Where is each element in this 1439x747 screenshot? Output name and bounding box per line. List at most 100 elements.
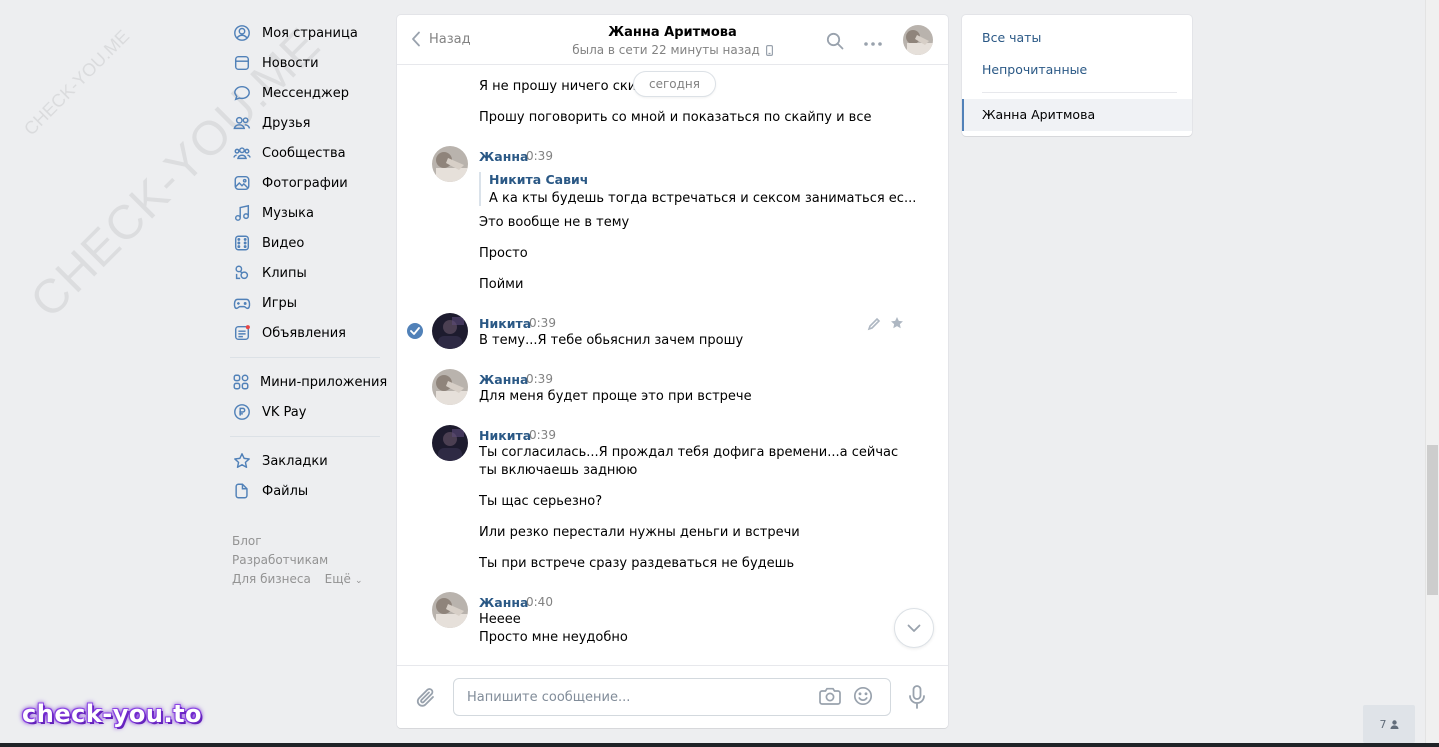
- nav-my-page[interactable]: Моя страница: [230, 18, 380, 48]
- footer-business-link[interactable]: Для бизнеса: [232, 572, 311, 586]
- message-author[interactable]: Жанна: [479, 372, 528, 387]
- chat-header: Назад Жанна Аритмова была в сети 22 мину…: [397, 15, 948, 65]
- quote-author: Никита Савич: [489, 172, 589, 187]
- message-author[interactable]: Никита: [479, 428, 531, 443]
- chat-panel: Назад Жанна Аритмова была в сети 22 мину…: [397, 15, 948, 728]
- nav-label: Файлы: [262, 483, 309, 499]
- filter-all-chats[interactable]: Все чаты: [982, 30, 1041, 45]
- nav-label: Сообщества: [262, 145, 346, 161]
- peer-status-text: была в сети 22 минуты назад: [572, 43, 760, 57]
- footer-more-link[interactable]: Ещё ⌄: [325, 572, 363, 586]
- chevron-down-icon: ⌄: [354, 576, 363, 586]
- nav-vk-pay[interactable]: VK Pay: [230, 397, 380, 427]
- user-circle-icon: [232, 23, 252, 43]
- message-time[interactable]: 0:39: [529, 428, 556, 442]
- message-text: Ты согласилась...Я прождал тебя дофига в…: [479, 445, 899, 460]
- peer-status: была в сети 22 минуты назад: [572, 43, 773, 57]
- message-time[interactable]: 0:39: [526, 372, 553, 386]
- message-text: Нееее: [479, 612, 521, 627]
- attach-button[interactable]: [415, 686, 437, 714]
- nav-label: Игры: [262, 295, 298, 311]
- message-time[interactable]: 0:39: [529, 316, 556, 330]
- message-text: Просто мне неудобно: [479, 630, 628, 645]
- nav-label: Фотографии: [262, 175, 348, 191]
- reply-quote[interactable]: Никита Савич А ка кты будешь тогда встре…: [479, 172, 916, 206]
- camera-button[interactable]: [819, 687, 841, 709]
- footer-blog-link[interactable]: Блог: [232, 534, 262, 548]
- nav-label: Закладки: [262, 453, 328, 469]
- nav-photos[interactable]: Фотографии: [230, 168, 380, 198]
- nav-label: Музыка: [262, 205, 314, 221]
- nav-label: Моя страница: [262, 25, 358, 41]
- emoji-button[interactable]: [853, 686, 873, 710]
- photo-icon: [232, 173, 252, 193]
- message-author[interactable]: Жанна: [479, 149, 528, 164]
- nav-video[interactable]: Видео: [230, 228, 380, 258]
- voice-message-button[interactable]: [909, 685, 925, 713]
- message-composer: [397, 665, 948, 728]
- message-time[interactable]: 0:39: [526, 149, 553, 163]
- star-icon: [891, 317, 903, 329]
- message-selected-check[interactable]: [407, 323, 423, 339]
- message-text: Для меня будет проще это при встрече: [479, 389, 752, 404]
- message-time[interactable]: 0:40: [526, 595, 553, 609]
- gamepad-icon: [232, 293, 252, 313]
- online-friends-badge[interactable]: 7: [1363, 705, 1415, 743]
- search-icon: [826, 32, 844, 50]
- active-chat-item[interactable]: Жанна Аритмова: [962, 99, 1192, 131]
- message-text: В тему...Я тебе обьяснил зачем прошу: [479, 333, 744, 348]
- avatar[interactable]: [432, 369, 468, 405]
- nav-files[interactable]: Файлы: [230, 476, 380, 506]
- microphone-icon: [909, 685, 925, 709]
- nav-label: Мессенджер: [262, 85, 349, 101]
- brand-logo: check-you.to: [22, 700, 203, 728]
- nav-clips[interactable]: Клипы: [230, 258, 380, 288]
- nav-friends[interactable]: Друзья: [230, 108, 380, 138]
- mini-apps-icon: [232, 372, 250, 392]
- message-author[interactable]: Жанна: [479, 595, 528, 610]
- communities-icon: [232, 143, 252, 163]
- footer-developers-link[interactable]: Разработчикам: [232, 553, 328, 567]
- camera-icon: [819, 687, 841, 705]
- page-scrollbar[interactable]: [1425, 0, 1439, 747]
- more-dots-icon: [864, 42, 882, 46]
- filter-unread[interactable]: Непрочитанные: [982, 62, 1087, 77]
- footer-links: Блог Разработчикам Для бизнеса Ещё ⌄: [230, 532, 380, 591]
- nav-label: VK Pay: [262, 404, 307, 420]
- edit-message-button[interactable]: [867, 317, 881, 335]
- avatar[interactable]: [432, 425, 468, 461]
- message-text: ты включаешь заднюю: [479, 463, 638, 478]
- scroll-to-bottom-button[interactable]: [894, 608, 934, 648]
- nav-communities[interactable]: Сообщества: [230, 138, 380, 168]
- filter-separator: [982, 92, 1177, 93]
- peer-avatar[interactable]: [903, 25, 933, 55]
- message-text: Ты при встрече сразу раздеваться не буде…: [479, 556, 795, 571]
- nav-label: Друзья: [262, 115, 311, 131]
- nav-messenger[interactable]: Мессенджер: [230, 78, 380, 108]
- nav-classifieds[interactable]: Объявления: [230, 318, 380, 348]
- nav-label: Видео: [262, 235, 305, 251]
- message-author[interactable]: Никита: [479, 316, 531, 331]
- avatar[interactable]: [432, 592, 468, 628]
- chat-bubble-icon: [232, 83, 252, 103]
- search-button[interactable]: [826, 32, 844, 54]
- star-icon: [232, 451, 252, 471]
- vk-pay-icon: [232, 402, 252, 422]
- date-divider: сегодня: [633, 71, 716, 97]
- nav-news[interactable]: Новости: [230, 48, 380, 78]
- message-text: Ты щас серьезно?: [479, 494, 603, 509]
- scrollbar-thumb[interactable]: [1427, 445, 1438, 595]
- peer-name: Жанна Аритмова: [608, 25, 737, 40]
- nav-bookmarks[interactable]: Закладки: [230, 446, 380, 476]
- chat-filter-panel: Все чаты Непрочитанные Жанна Аритмова: [962, 15, 1192, 136]
- avatar[interactable]: [432, 146, 468, 182]
- mark-important-button[interactable]: [890, 316, 904, 334]
- message-history[interactable]: Я не прошу ничего скиды сегодня Прошу по…: [397, 66, 948, 664]
- file-icon: [232, 481, 252, 501]
- more-actions-button[interactable]: [864, 39, 882, 46]
- nav-music[interactable]: Музыка: [230, 198, 380, 228]
- paperclip-icon: [416, 688, 434, 707]
- nav-mini-apps[interactable]: Мини-приложения: [230, 367, 387, 397]
- avatar[interactable]: [432, 313, 468, 349]
- nav-games[interactable]: Игры: [230, 288, 380, 318]
